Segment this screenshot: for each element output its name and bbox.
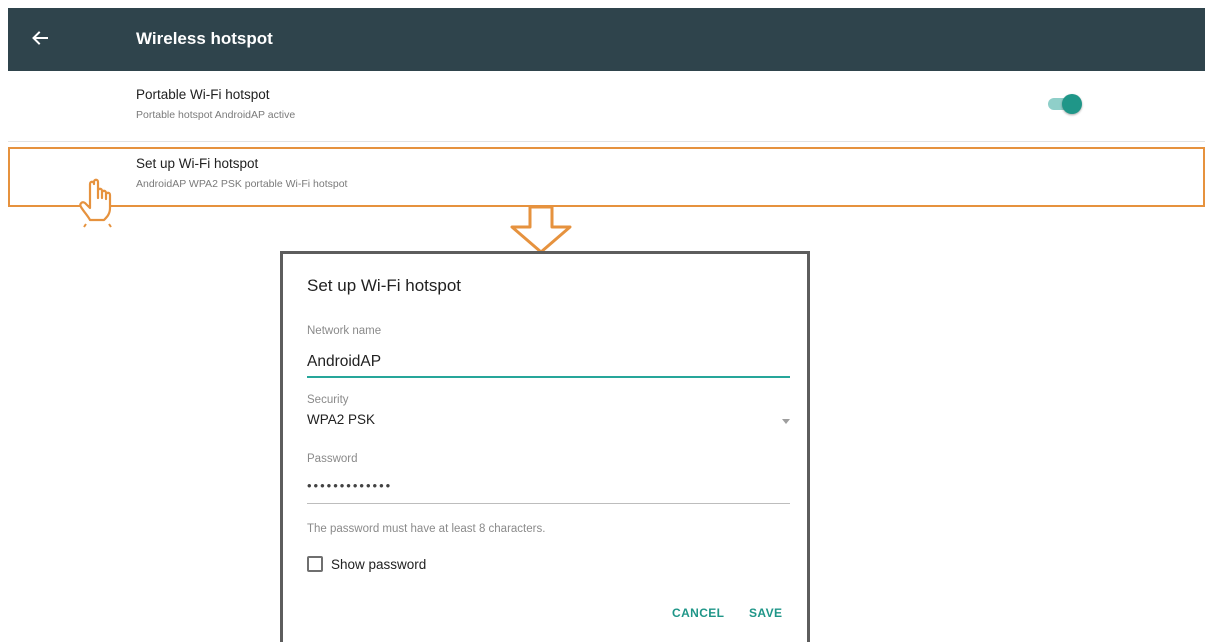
security-select[interactable]: WPA2 PSK	[307, 412, 790, 434]
setup-hotspot-row[interactable]: Set up Wi-Fi hotspot AndroidAP WPA2 PSK …	[8, 147, 1205, 207]
cancel-button[interactable]: CANCEL	[672, 606, 724, 620]
portable-hotspot-subtitle: Portable hotspot AndroidAP active	[136, 109, 296, 121]
security-value: WPA2 PSK	[307, 412, 376, 427]
security-label: Security	[307, 394, 349, 406]
pointing-hand-icon	[79, 178, 112, 228]
dialog-title: Set up Wi-Fi hotspot	[307, 276, 462, 295]
network-name-input[interactable]: AndroidAP	[307, 352, 790, 378]
toggle-thumb	[1062, 94, 1082, 114]
password-hint: The password must have at least 8 charac…	[307, 523, 546, 535]
show-password-label: Show password	[331, 556, 427, 572]
back-button[interactable]	[28, 26, 52, 50]
save-button[interactable]: SAVE	[749, 606, 782, 620]
arrow-left-icon	[32, 31, 48, 45]
show-password-checkbox[interactable]	[307, 556, 323, 572]
setup-hotspot-title: Set up Wi-Fi hotspot	[136, 156, 259, 171]
dropdown-caret-icon	[782, 419, 790, 424]
portable-hotspot-toggle[interactable]	[1046, 94, 1082, 114]
password-input[interactable]: •••••••••••••	[307, 478, 790, 504]
password-label: Password	[307, 453, 358, 465]
show-password-row[interactable]: Show password	[307, 554, 426, 574]
network-name-label: Network name	[307, 325, 382, 337]
setup-hotspot-dialog: Set up Wi-Fi hotspot Network name Androi…	[280, 251, 810, 642]
app-bar: Wireless hotspot	[8, 8, 1205, 71]
portable-hotspot-title: Portable Wi-Fi hotspot	[136, 87, 270, 102]
setup-hotspot-subtitle: AndroidAP WPA2 PSK portable Wi-Fi hotspo…	[136, 178, 348, 190]
page-title: Wireless hotspot	[136, 29, 273, 48]
portable-hotspot-row[interactable]: Portable Wi-Fi hotspot Portable hotspot …	[8, 74, 1205, 142]
down-arrow-icon	[510, 205, 572, 254]
